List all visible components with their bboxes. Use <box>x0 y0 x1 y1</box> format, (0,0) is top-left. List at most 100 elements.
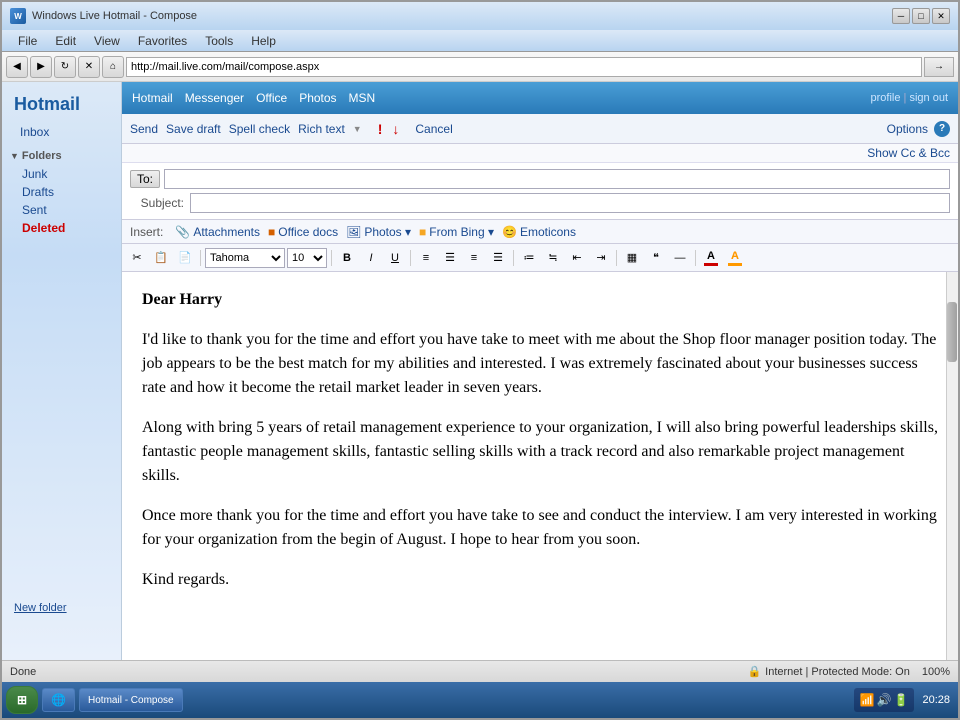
save-draft-button[interactable]: Save draft <box>166 122 221 136</box>
profile-link[interactable]: profile <box>871 92 901 104</box>
font-select[interactable]: Tahoma Arial Times New Roman <box>205 248 285 268</box>
to-input[interactable] <box>164 169 950 189</box>
sidebar-item-sent[interactable]: Sent <box>2 201 121 219</box>
toolbar-divider1 <box>200 250 201 266</box>
underline-button[interactable]: U <box>384 248 406 268</box>
insert-from-bing[interactable]: ■ From Bing ▾ <box>419 225 494 239</box>
sign-out-link[interactable]: sign out <box>909 92 948 104</box>
office-icon: ■ <box>268 225 275 239</box>
email-para-3: Once more thank you for the time and eff… <box>142 504 938 552</box>
blockquote-button[interactable]: ❝ <box>645 248 667 268</box>
hr-button[interactable]: — <box>669 248 691 268</box>
rich-text-button[interactable]: Rich text <box>298 122 345 136</box>
compose-toolbar-left: Send Save draft Spell check Rich text ▼ … <box>130 121 453 137</box>
insert-office-docs[interactable]: ■ Office docs <box>268 225 338 239</box>
outdent-button[interactable]: ⇤ <box>566 248 588 268</box>
align-center-button[interactable]: ☰ <box>439 248 461 268</box>
battery-icon: 🔋 <box>894 693 909 707</box>
main-area: Hotmail Inbox ▼ Folders Junk Drafts Sent… <box>2 82 958 660</box>
cancel-button[interactable]: Cancel <box>415 122 452 136</box>
toolbar-divider6 <box>695 250 696 266</box>
align-left-button[interactable]: ≡ <box>415 248 437 268</box>
italic-button[interactable]: I <box>360 248 382 268</box>
start-button[interactable]: ⊞ <box>6 686 38 714</box>
zoom-level: 100% <box>922 666 950 678</box>
sidebar-item-inbox[interactable]: Inbox <box>2 123 121 141</box>
new-folder-link[interactable]: New folder <box>14 602 67 614</box>
maximize-button[interactable]: □ <box>912 8 930 24</box>
menu-file[interactable]: File <box>10 32 45 50</box>
from-bing-label: From Bing ▾ <box>429 225 494 239</box>
sidebar-item-deleted[interactable]: Deleted <box>2 219 121 237</box>
go-button[interactable]: → <box>924 57 954 77</box>
insert-photos[interactable]: 🖼 Photos ▾ <box>346 225 411 239</box>
font-size-select[interactable]: 10 12 14 16 <box>287 248 327 268</box>
sidebar-item-junk[interactable]: Junk <box>2 165 121 183</box>
close-button[interactable]: ✕ <box>932 8 950 24</box>
insert-emoticons[interactable]: 😊 Emoticons <box>502 225 576 239</box>
copy-button[interactable]: 📋 <box>150 248 172 268</box>
help-icon[interactable]: ? <box>934 121 950 137</box>
back-button[interactable]: ◀ <box>6 56 28 78</box>
dropdown-arrow[interactable]: ▼ <box>353 124 362 134</box>
nav-photos[interactable]: Photos <box>299 91 336 105</box>
taskbar-hotmail-item[interactable]: Hotmail - Compose <box>79 688 183 712</box>
scrollbar-track[interactable] <box>946 272 958 660</box>
menu-favorites[interactable]: Favorites <box>130 32 195 50</box>
menu-help[interactable]: Help <box>243 32 284 50</box>
compose-fields: To: Subject: <box>122 163 958 220</box>
status-right: 🔒 Internet | Protected Mode: On 100% <box>747 665 950 678</box>
to-button[interactable]: To: <box>130 170 164 188</box>
priority-low-icon[interactable]: ↓ <box>392 121 399 137</box>
nav-messenger[interactable]: Messenger <box>185 91 244 105</box>
paste-button[interactable]: 📄 <box>174 248 196 268</box>
header-right: profile | sign out <box>871 92 948 104</box>
minimize-button[interactable]: ─ <box>892 8 910 24</box>
menu-tools[interactable]: Tools <box>197 32 241 50</box>
priority-high-icon[interactable]: ! <box>378 121 383 137</box>
nav-office[interactable]: Office <box>256 91 287 105</box>
volume-icon: 🔊 <box>877 693 892 707</box>
scrollbar-thumb[interactable] <box>947 302 957 362</box>
taskbar-right: 📶 🔊 🔋 20:28 <box>854 688 954 712</box>
stop-button[interactable]: ✕ <box>78 56 100 78</box>
subject-input[interactable] <box>190 193 950 213</box>
sidebar-brand: Hotmail <box>2 90 121 123</box>
send-button[interactable]: Send <box>130 122 158 136</box>
taskbar-ie-item[interactable]: 🌐 <box>42 688 75 712</box>
numbering-button[interactable]: ≒ <box>542 248 564 268</box>
hotmail-nav: Hotmail Messenger Office Photos MSN <box>132 91 375 105</box>
options-button[interactable]: Options <box>887 122 928 136</box>
menu-view[interactable]: View <box>86 32 128 50</box>
show-cc-bcc-link[interactable]: Show Cc & Bcc <box>867 146 950 160</box>
sidebar-item-drafts[interactable]: Drafts <box>2 183 121 201</box>
refresh-button[interactable]: ↻ <box>54 56 76 78</box>
taskbar: ⊞ 🌐 Hotmail - Compose 📶 🔊 🔋 20:28 <box>2 682 958 718</box>
format-toolbar: ✂ 📋 📄 Tahoma Arial Times New Roman 10 12… <box>122 244 958 272</box>
home-button[interactable]: ⌂ <box>102 56 124 78</box>
align-justify-button[interactable]: ☰ <box>487 248 509 268</box>
align-right-button[interactable]: ≡ <box>463 248 485 268</box>
email-body[interactable]: Dear Harry I'd like to thank you for the… <box>122 272 958 660</box>
bold-button[interactable]: B <box>336 248 358 268</box>
address-bar[interactable] <box>126 57 922 77</box>
forward-button[interactable]: ▶ <box>30 56 52 78</box>
nav-hotmail[interactable]: Hotmail <box>132 91 173 105</box>
cut-button[interactable]: ✂ <box>126 248 148 268</box>
indent-button[interactable]: ⇥ <box>590 248 612 268</box>
font-color-button[interactable]: A <box>700 248 722 268</box>
bullets-button[interactable]: ≔ <box>518 248 540 268</box>
nav-msn[interactable]: MSN <box>349 91 376 105</box>
windows-live-icon: W <box>10 8 26 24</box>
insert-attachments[interactable]: 📎 Attachments <box>175 225 260 239</box>
email-para-2: Along with bring 5 years of retail manag… <box>142 416 938 488</box>
office-docs-label: Office docs <box>278 225 338 239</box>
highlight-color-button[interactable]: A <box>724 248 746 268</box>
table-button[interactable]: ▦ <box>621 248 643 268</box>
spell-check-button[interactable]: Spell check <box>229 122 290 136</box>
menu-edit[interactable]: Edit <box>47 32 84 50</box>
status-text: Done <box>10 666 36 678</box>
photos-icon: 🖼 <box>346 225 361 239</box>
email-greeting: Dear Harry <box>142 288 938 312</box>
highlight-color-bar <box>728 263 742 266</box>
